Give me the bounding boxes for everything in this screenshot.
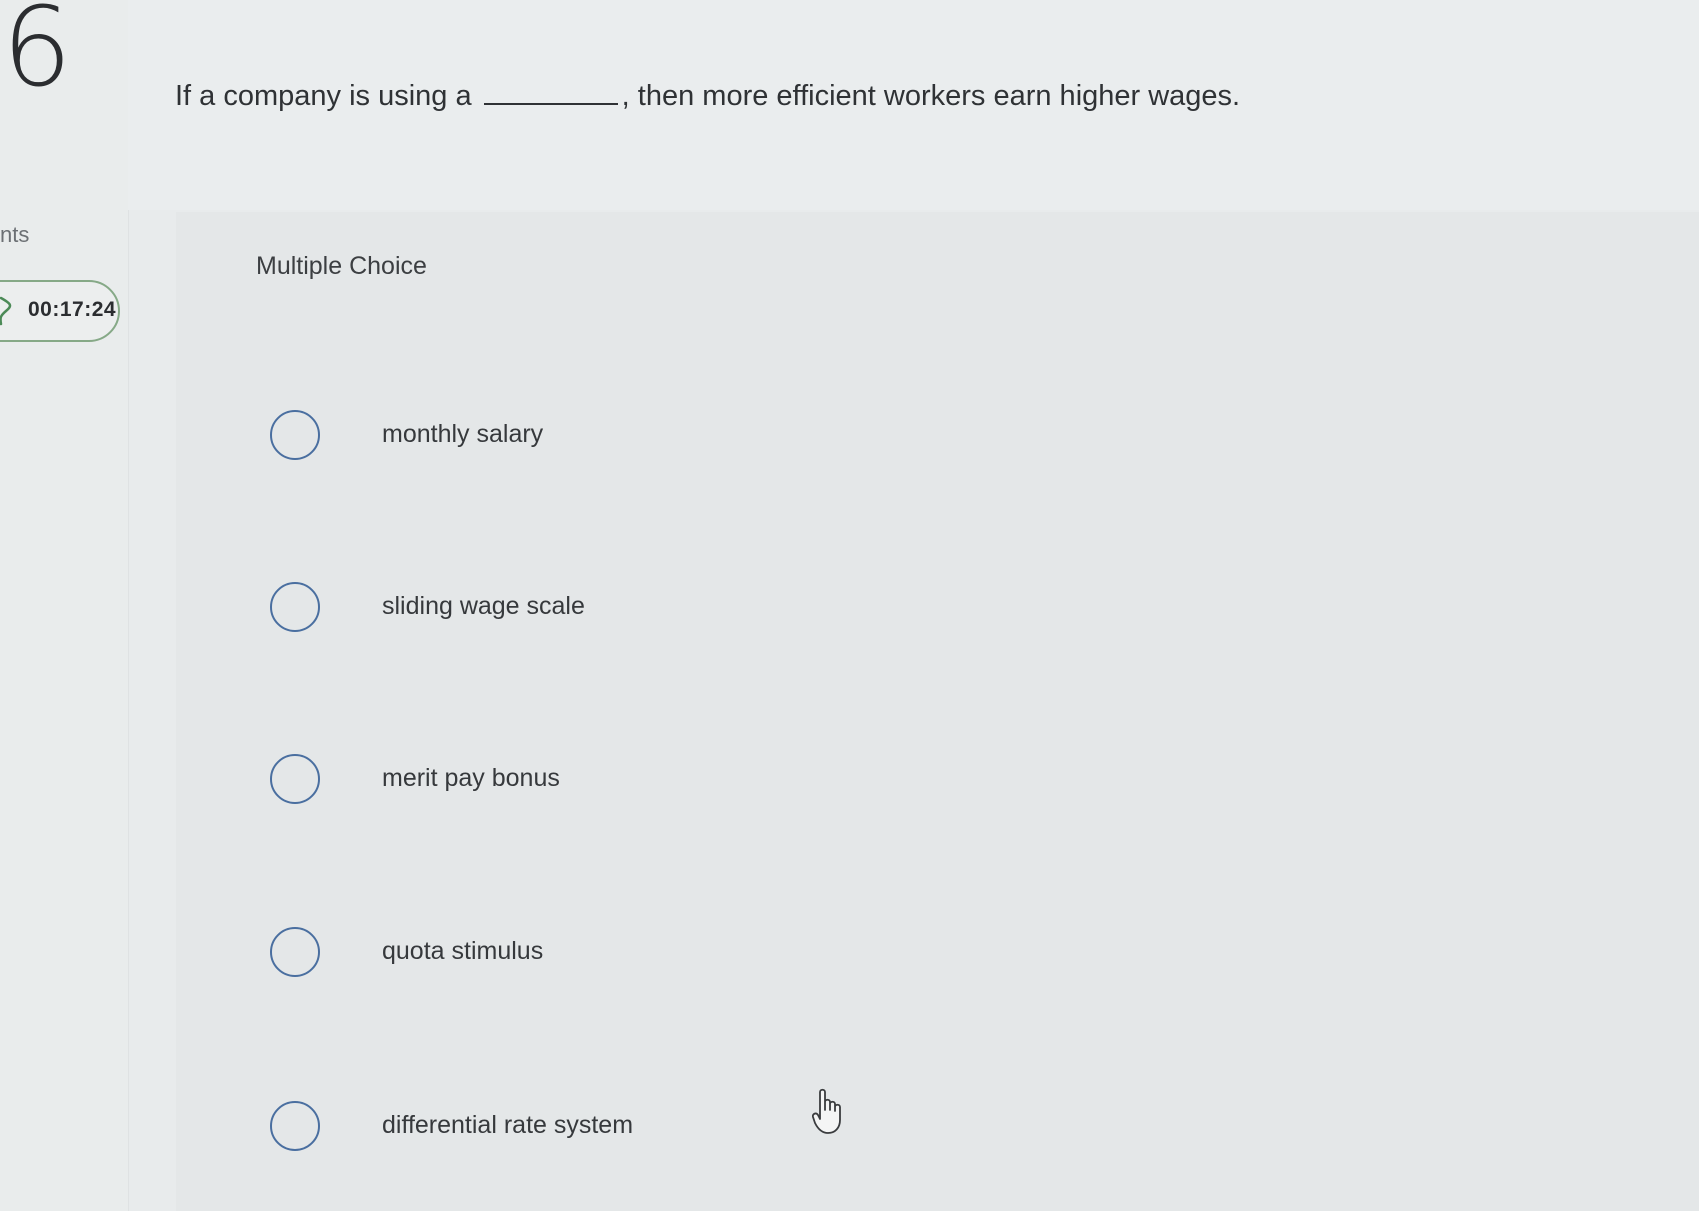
fill-in-blank [483, 81, 618, 105]
answer-option-monthly-salary[interactable]: monthly salary [270, 410, 1170, 470]
points-label: nts [0, 222, 30, 247]
radio-button[interactable] [270, 410, 320, 460]
radio-button[interactable] [270, 927, 320, 977]
radio-button[interactable] [270, 754, 320, 804]
hourglass-icon [0, 296, 12, 326]
timer-badge: 00:17:24 [0, 280, 120, 342]
question-number: 6 [2, 0, 72, 111]
prompt-text-before: If a company is using a [175, 80, 472, 112]
radio-button[interactable] [270, 582, 320, 632]
answer-option-sliding-wage-scale[interactable]: sliding wage scale [270, 582, 1170, 642]
answer-option-quota-stimulus[interactable]: quota stimulus [270, 927, 1170, 987]
question-type-label: Multiple Choice [256, 252, 427, 280]
answer-option-merit-pay-bonus[interactable]: merit pay bonus [270, 754, 1170, 814]
option-label: sliding wage scale [382, 592, 585, 620]
hand-pointer-icon [812, 1088, 841, 1134]
answer-panel: Multiple Choice monthly salary sliding w… [176, 212, 1699, 1211]
timer-text: 00:17:24 [28, 298, 117, 321]
option-label: merit pay bonus [382, 764, 560, 792]
answer-option-differential-rate-system[interactable]: differential rate system [270, 1101, 1170, 1161]
option-label: quota stimulus [382, 937, 544, 965]
radio-button[interactable] [270, 1101, 320, 1151]
option-label: monthly salary [382, 420, 544, 448]
question-prompt: If a company is using a , then more effi… [175, 80, 1240, 113]
option-label: differential rate system [382, 1111, 634, 1139]
prompt-text-after: , then more efficient workers earn highe… [621, 80, 1241, 112]
question-sidebar: 6 nts 00:17:24 [0, 0, 129, 1211]
